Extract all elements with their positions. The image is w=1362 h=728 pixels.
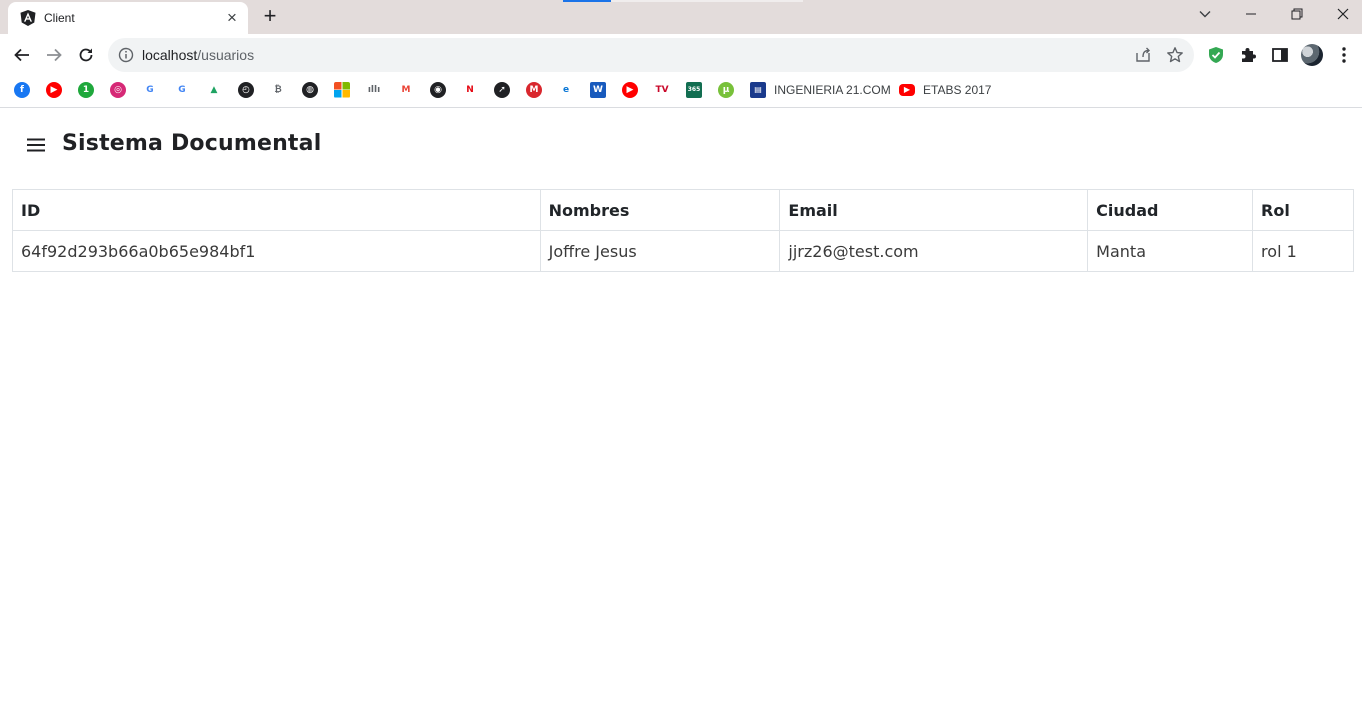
youtube-icon[interactable]: ▶: [46, 82, 62, 98]
tab-search-icon[interactable]: [1191, 3, 1219, 27]
audio-wave-icon[interactable]: ıllı: [366, 82, 382, 98]
extensions-puzzle-icon[interactable]: [1239, 46, 1257, 64]
users-table: ID Nombres Email Ciudad Rol 64f92d293b66…: [12, 189, 1354, 272]
browser-title-bar: Client × +: [0, 0, 1362, 34]
url-path: /usuarios: [197, 47, 255, 63]
youtube-icon[interactable]: ▶: [622, 82, 638, 98]
microsoft-icon[interactable]: [334, 82, 350, 98]
browser-toolbar: localhost/usuarios: [0, 34, 1362, 76]
url-host: localhost: [142, 47, 198, 63]
new-tab-icon[interactable]: +: [258, 5, 282, 29]
site-info-icon[interactable]: [118, 47, 134, 63]
loading-track: [611, 0, 803, 2]
utorrent-icon[interactable]: μ: [718, 82, 734, 98]
close-window-icon[interactable]: [1329, 3, 1357, 27]
share-icon[interactable]: [1134, 46, 1152, 64]
angular-icon: [20, 10, 36, 26]
one-app-icon[interactable]: 1: [78, 82, 94, 98]
column-header-rol: Rol: [1252, 189, 1354, 231]
browser-tab-active[interactable]: Client ×: [8, 2, 248, 34]
gmail-icon[interactable]: M: [398, 82, 414, 98]
google-icon[interactable]: G: [142, 82, 158, 98]
browser-menu-icon[interactable]: [1336, 46, 1352, 64]
url-text[interactable]: localhost/usuarios: [142, 47, 254, 63]
mega-icon[interactable]: M: [526, 82, 542, 98]
tab-close-icon[interactable]: ×: [224, 9, 240, 26]
tab-title: Client: [44, 11, 75, 25]
word-icon[interactable]: W: [590, 82, 606, 98]
hamburger-menu-icon[interactable]: [24, 133, 48, 157]
site-logo-icon[interactable]: ▤: [750, 82, 766, 98]
bookmark-star-icon[interactable]: [1166, 46, 1184, 64]
youtube-icon[interactable]: ▶: [899, 84, 915, 96]
cell-nombres: Joffre Jesus: [539, 230, 781, 272]
google-icon[interactable]: G: [174, 82, 190, 98]
netflix-icon[interactable]: N: [462, 82, 478, 98]
column-header-email: Email: [779, 189, 1089, 231]
cell-ciudad: Manta: [1087, 230, 1254, 272]
table-row: 64f92d293b66a0b65e984bf1 Joffre Jesus jj…: [12, 230, 1354, 272]
reload-icon[interactable]: [74, 43, 98, 67]
bitcoin-icon[interactable]: ₿: [270, 82, 286, 98]
minimize-icon[interactable]: [1237, 3, 1265, 27]
speedometer-icon[interactable]: ◴: [238, 82, 254, 98]
profile-avatar[interactable]: [1301, 44, 1323, 66]
column-header-id: ID: [12, 189, 541, 231]
cell-email: jjrz26@test.com: [779, 230, 1089, 272]
cell-id: 64f92d293b66a0b65e984bf1: [12, 230, 541, 272]
table-header-row: ID Nombres Email Ciudad Rol: [12, 189, 1354, 231]
google-drive-icon[interactable]: ▲: [206, 82, 222, 98]
column-header-nombres: Nombres: [539, 189, 781, 231]
globe-icon[interactable]: ◍: [302, 82, 318, 98]
forward-icon[interactable]: [42, 43, 66, 67]
edge-icon[interactable]: e: [558, 82, 574, 98]
bookmarks-bar: f ▶ 1 ◎ G G ▲ ◴ ₿ ◍ ıllı M ◉ N ➚ Me W ▶ TV 365 μ ▤ INGENIERIA …: [0, 76, 1362, 108]
bookmark-label[interactable]: INGENIERIA 21.COM: [774, 82, 891, 98]
instagram-icon[interactable]: ◎: [110, 82, 126, 98]
facebook-icon[interactable]: f: [14, 82, 30, 98]
compass-icon[interactable]: ➚: [494, 82, 510, 98]
restore-icon[interactable]: [1283, 3, 1311, 27]
column-header-ciudad: Ciudad: [1087, 189, 1254, 231]
nba-tv-icon[interactable]: TV: [654, 82, 670, 98]
address-bar[interactable]: localhost/usuarios: [108, 38, 1194, 72]
app-header: Sistema Documental: [0, 109, 1362, 179]
shield-extension-icon[interactable]: [1207, 46, 1225, 64]
cell-rol: rol 1: [1252, 230, 1354, 272]
loading-indicator: [563, 0, 611, 2]
bookmark-label[interactable]: ETABS 2017: [923, 82, 991, 98]
page-title: Sistema Documental: [62, 131, 322, 156]
side-panel-icon[interactable]: [1271, 46, 1289, 64]
github-icon[interactable]: ◉: [430, 82, 446, 98]
back-icon[interactable]: [10, 43, 34, 67]
bet365-icon[interactable]: 365: [686, 82, 702, 98]
